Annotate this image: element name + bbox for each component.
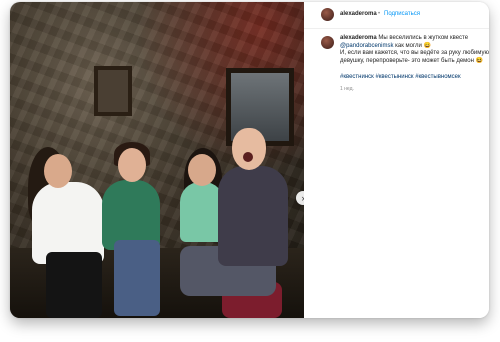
person-2-head	[118, 148, 146, 182]
hashtag-link[interactable]: #квестынинск	[375, 74, 413, 80]
caption-avatar[interactable]	[321, 36, 334, 49]
hashtags: #квестнинск #квестынинск #квестывномсек	[340, 74, 485, 82]
caption-line-3: И, если вам кажется, что вы ведёте за ру…	[340, 50, 489, 57]
caption-text-1: Мы веселились в жутком квесте	[378, 35, 469, 41]
follow-button[interactable]: Подписаться	[384, 11, 420, 17]
person-4-body	[218, 166, 288, 266]
hashtag-link[interactable]: #квестнинск	[340, 74, 374, 80]
caption-line-4: девушку, перепроверьте- это может быть д…	[340, 57, 484, 64]
person-1-head	[44, 154, 72, 188]
person-3-head	[188, 154, 216, 186]
person-4-mouth	[243, 152, 253, 162]
header-username[interactable]: alexaderoma	[340, 11, 377, 17]
post-photo[interactable]	[10, 2, 304, 318]
post-sidebar: alexaderoma • Подписаться alexaderoma Мы…	[304, 2, 489, 318]
post-timestamp[interactable]: 1 нед.	[340, 86, 354, 92]
caption-line-2: @pandorabcenimsk как могли 😄	[340, 43, 482, 51]
post-header: alexaderoma • Подписаться	[304, 2, 489, 29]
caption-text-2: как могли 😄	[393, 42, 432, 49]
hashtag-link[interactable]: #квестывномсек	[415, 74, 460, 80]
caption-line-1: alexaderoma Мы веселились в жутком квест…	[340, 35, 482, 43]
caption-username[interactable]: alexaderoma	[340, 35, 377, 41]
post-card: › alexaderoma • Подписаться alexaderoma …	[10, 2, 489, 318]
person-4-head	[232, 128, 266, 170]
wall-picture-frame-left	[94, 66, 132, 116]
person-1-legs	[46, 252, 102, 318]
mention-link[interactable]: @pandorabcenimsk	[340, 43, 393, 49]
separator-dot: •	[378, 11, 381, 17]
person-2-legs	[114, 240, 160, 316]
caption: alexaderoma Мы веселились в жутком квест…	[340, 35, 489, 65]
avatar[interactable]	[321, 8, 334, 21]
